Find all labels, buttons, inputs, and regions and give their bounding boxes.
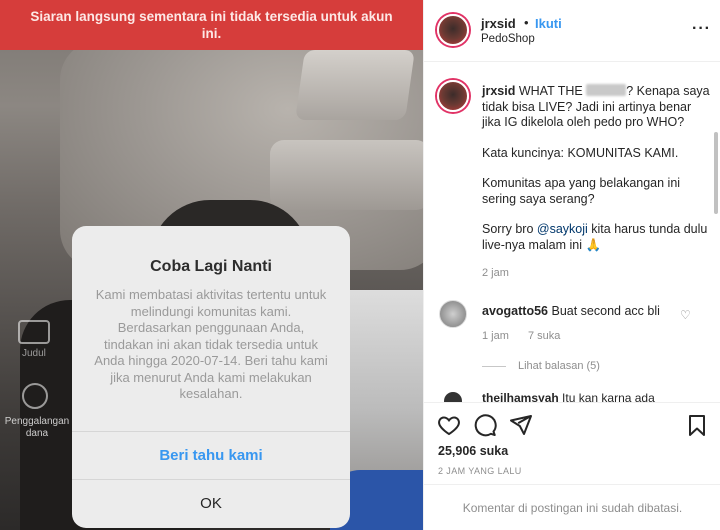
comment-avatar[interactable] <box>439 300 467 328</box>
fundraiser-heart-icon[interactable] <box>22 383 48 409</box>
avatar[interactable] <box>437 14 469 46</box>
comment-icon[interactable] <box>473 413 497 437</box>
tell-us-button[interactable]: Beri tahu kami <box>72 431 350 479</box>
post-header: jrxsid • Ikuti PedoShop ··· <box>424 0 720 62</box>
mention-link[interactable]: @saykoji <box>537 222 588 236</box>
comment-row-2: theilhamsyah Itu kan karna ada <box>482 391 655 402</box>
instagram-post-view: Siaran langsung sementara ini tidak ters… <box>0 0 720 530</box>
comment-row: avogatto56 Buat second acc bli <box>482 304 660 318</box>
title-icon[interactable] <box>18 320 50 344</box>
live-video-frame: Siaran langsung sementara ini tidak ters… <box>0 0 423 530</box>
comment-username-2[interactable]: theilhamsyah <box>482 391 559 402</box>
caption-avatar[interactable] <box>437 80 469 112</box>
like-heart-icon[interactable] <box>437 413 461 437</box>
post-timestamp: 2 JAM YANG LALU <box>438 466 522 476</box>
location-label[interactable]: PedoShop <box>481 33 535 45</box>
comment-meta: 1 jam 7 suka <box>482 330 576 342</box>
comment-avatar-2[interactable] <box>444 392 462 402</box>
action-bar <box>424 402 720 440</box>
view-replies-label: Lihat balasan (5) <box>518 360 600 372</box>
post-panel: jrxsid • Ikuti PedoShop ··· jrxsid WHAT … <box>423 0 720 530</box>
comment-text: Buat second acc bli <box>551 304 660 318</box>
caption-text-3: Komunitas apa yang belakangan ini sering… <box>482 176 681 206</box>
sun-visor <box>270 140 423 210</box>
dome-light <box>295 50 415 120</box>
comments-scrollbar[interactable] <box>714 132 718 214</box>
ok-button[interactable]: OK <box>72 479 350 527</box>
caption-timestamp: 2 jam <box>482 267 509 279</box>
caption-username[interactable]: jrxsid <box>482 84 515 98</box>
comment-like-heart-icon[interactable]: ♡ <box>680 308 691 322</box>
share-icon[interactable] <box>509 413 533 437</box>
comment-username[interactable]: avogatto56 <box>482 304 548 318</box>
title-label: Judul <box>22 348 46 359</box>
censored-word <box>586 84 627 96</box>
error-banner-text: Siaran langsung sementara ini tidak ters… <box>30 9 393 41</box>
caption-text-1a: WHAT THE <box>518 84 583 98</box>
dialog-title: Coba Lagi Nanti <box>150 258 272 275</box>
header-username[interactable]: jrxsid <box>481 16 516 31</box>
caption-text-2: Kata kuncinya: KOMUNITAS KAMI. <box>482 145 679 160</box>
error-banner: Siaran langsung sementara ini tidak ters… <box>0 0 423 50</box>
dialog-message: Kami membatasi aktivitas tertentu untuk … <box>94 287 328 401</box>
comment-time: 1 jam <box>482 330 509 342</box>
fundraiser-label: Penggalangan dana <box>4 416 70 439</box>
follow-button[interactable]: Ikuti <box>535 16 562 31</box>
comment-likes[interactable]: 7 suka <box>528 330 560 342</box>
caption-text-4a: Sorry bro <box>482 222 534 236</box>
comments-section[interactable]: jrxsid WHAT THE ? Kenapa saya tidak bisa… <box>424 62 720 402</box>
view-replies-link[interactable]: Lihat balasan (5) <box>482 360 600 372</box>
separator-dot: • <box>524 15 529 30</box>
comments-disabled-notice: Komentar di postingan ini sudah dibatasi… <box>424 484 720 530</box>
comment-text-2: Itu kan karna ada <box>562 391 655 402</box>
likes-count[interactable]: 25,906 suka <box>438 444 508 458</box>
caption: jrxsid WHAT THE ? Kenapa saya tidak bisa… <box>482 84 712 268</box>
bookmark-icon[interactable] <box>685 413 709 437</box>
replies-divider <box>482 365 506 367</box>
more-dots-icon[interactable]: ··· <box>692 20 711 38</box>
try-again-dialog: Coba Lagi Nanti Kami membatasi aktivitas… <box>72 226 350 528</box>
